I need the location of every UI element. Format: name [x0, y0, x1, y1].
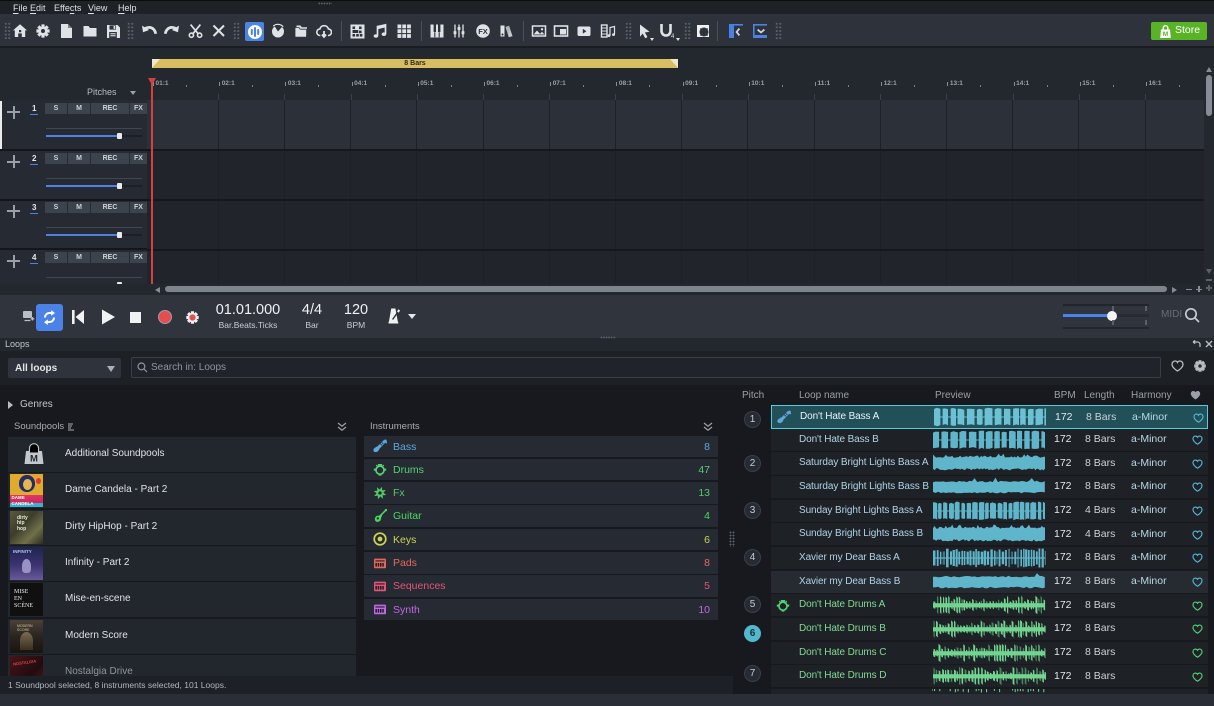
- svg-text:M: M: [1163, 31, 1168, 38]
- svg-text:FX: FX: [478, 27, 488, 36]
- svg-text:M: M: [30, 454, 38, 465]
- svg-text:4: 4: [671, 34, 674, 39]
